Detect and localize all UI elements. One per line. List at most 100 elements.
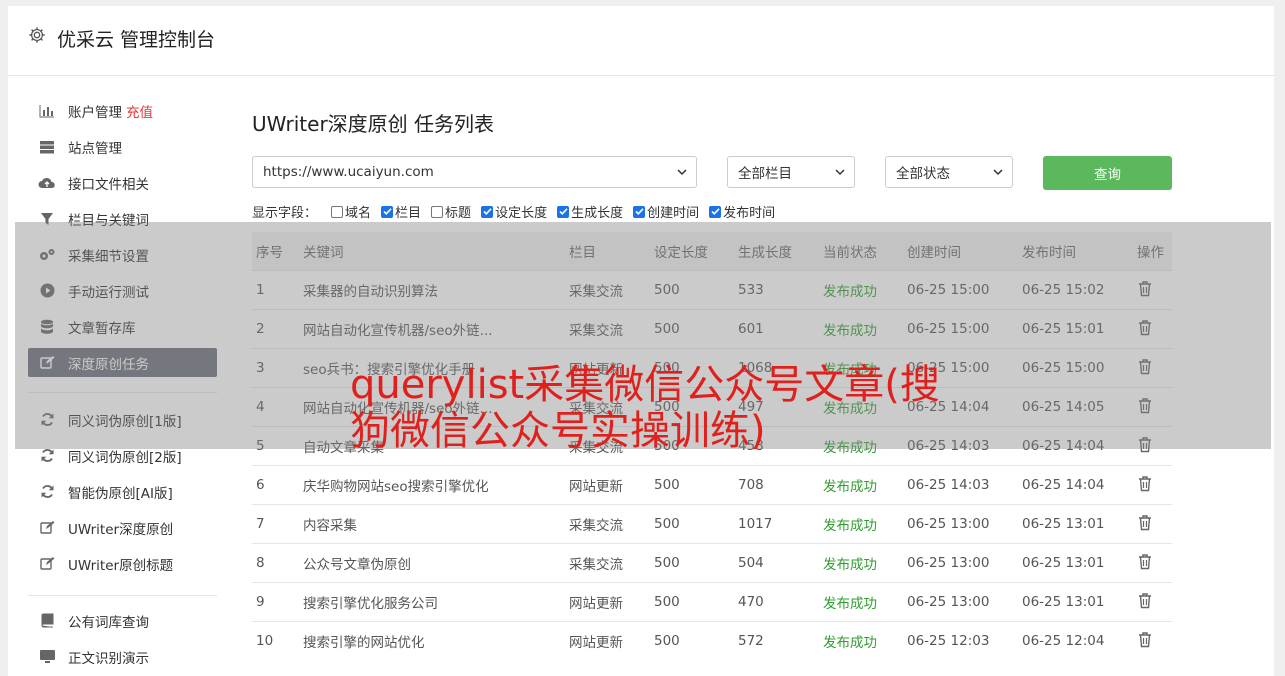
trash-icon[interactable] <box>1137 475 1153 492</box>
sidebar-item-sites[interactable]: 站点管理 <box>28 132 217 161</box>
checkbox-box[interactable] <box>331 205 344 218</box>
field-checkbox-gen-length[interactable]: 生成长度 <box>557 202 623 221</box>
query-button[interactable]: 查询 <box>1043 156 1172 190</box>
row-created: 06-25 13:00 <box>907 543 1022 583</box>
sidebar-item-label: 公有词库查询 <box>68 614 149 631</box>
row-index: 7 <box>252 504 303 544</box>
edit-icon <box>38 519 56 537</box>
checkbox-label: 发布时间 <box>723 206 776 221</box>
sidebar-item-label: UWriter原创标题 <box>68 557 174 574</box>
checkbox-label: 设定长度 <box>495 206 548 221</box>
sidebar-item-label: 智能伪原创[AI版] <box>68 485 173 502</box>
row-status: 发布成功 <box>823 543 907 583</box>
row-column: 网站更新 <box>569 465 654 505</box>
trash-icon[interactable] <box>1137 631 1153 648</box>
refresh-icon <box>38 447 56 465</box>
table-row: 6 庆华购物网站seo搜索引擎优化 网站更新 500 708 发布成功 06-25 14:0… <box>252 465 1172 505</box>
field-checkbox-title[interactable]: 标题 <box>431 202 471 221</box>
monitor-icon <box>38 648 56 666</box>
field-checkbox-column[interactable]: 栏目 <box>381 202 421 221</box>
row-status: 发布成功 <box>823 582 907 622</box>
row-gen-length: 572 <box>738 621 823 660</box>
row-actions <box>1137 504 1172 544</box>
trash-icon[interactable] <box>1137 592 1153 609</box>
row-set-length: 500 <box>654 582 738 622</box>
field-checkbox-created[interactable]: 创建时间 <box>633 202 699 221</box>
site-select[interactable]: https://www.ucaiyun.com <box>252 156 697 188</box>
field-checkbox-set-length[interactable]: 设定长度 <box>481 202 547 221</box>
sidebar-item-account[interactable]: 账户管理 充值 <box>28 96 217 125</box>
chevron-down-icon <box>993 169 1003 176</box>
row-set-length: 500 <box>654 504 738 544</box>
sidebar-item-ai-rewrite[interactable]: 智能伪原创[AI版] <box>28 477 217 506</box>
checkbox-box[interactable] <box>481 205 494 218</box>
row-gen-length: 504 <box>738 543 823 583</box>
checkbox-label: 创建时间 <box>647 206 700 221</box>
row-column: 网站更新 <box>569 582 654 622</box>
server-icon <box>38 138 56 156</box>
status-select[interactable]: 全部状态 <box>885 156 1013 188</box>
row-column: 网站更新 <box>569 621 654 660</box>
display-fields: 显示字段： 域名 栏目 标题 设定长度 生成长度 创建时间 发布时间 <box>252 202 785 221</box>
book-icon <box>38 612 56 630</box>
row-column: 采集交流 <box>569 504 654 544</box>
sidebar-item-label: 站点管理 <box>68 140 122 157</box>
row-gen-length: 708 <box>738 465 823 505</box>
checkbox-box[interactable] <box>709 205 722 218</box>
sidebar-item-uwriter-deep[interactable]: UWriter深度原创 <box>28 513 217 542</box>
column-select-value: 全部栏目 <box>738 166 792 182</box>
bar-chart-icon <box>38 102 56 120</box>
top-header: 优采云 管理控制台 <box>8 6 1274 76</box>
sidebar-item-label: 接口文件相关 <box>68 176 149 193</box>
checkbox-box[interactable] <box>557 205 570 218</box>
recharge-link[interactable]: 充值 <box>126 101 153 121</box>
row-column: 采集交流 <box>569 543 654 583</box>
row-set-length: 500 <box>654 621 738 660</box>
sidebar-item-public-lexicon[interactable]: 公有词库查询 <box>28 606 217 635</box>
table-row: 8 公众号文章伪原创 采集交流 500 504 发布成功 06-25 13:00 06-25 … <box>252 543 1172 583</box>
checkbox-label: 标题 <box>445 206 472 221</box>
status-select-value: 全部状态 <box>896 166 950 182</box>
sidebar-item-label: 正文识别演示 <box>68 650 149 667</box>
checkbox-box[interactable] <box>633 205 646 218</box>
row-set-length: 500 <box>654 465 738 505</box>
row-keyword: 搜索引擎优化服务公司 <box>303 582 569 622</box>
field-checkbox-domain[interactable]: 域名 <box>331 202 371 221</box>
row-published: 06-25 13:01 <box>1022 582 1137 622</box>
row-published: 06-25 13:01 <box>1022 543 1137 583</box>
row-published: 06-25 14:04 <box>1022 465 1137 505</box>
edit-icon <box>38 555 56 573</box>
checkbox-label: 栏目 <box>395 206 422 221</box>
row-created: 06-25 14:03 <box>907 465 1022 505</box>
sidebar-item-text-recognition[interactable]: 正文识别演示 <box>28 642 217 671</box>
sidebar-item-uwriter-title[interactable]: UWriter原创标题 <box>28 549 217 578</box>
cloud-upload-icon <box>38 174 56 192</box>
page-title: UWriter深度原创 任务列表 <box>252 112 495 136</box>
chevron-down-icon <box>835 169 845 176</box>
field-checkbox-published[interactable]: 发布时间 <box>709 202 775 221</box>
row-actions <box>1137 465 1172 505</box>
row-published: 06-25 12:04 <box>1022 621 1137 660</box>
chevron-down-icon <box>677 169 687 176</box>
row-index: 9 <box>252 582 303 622</box>
row-status: 发布成功 <box>823 621 907 660</box>
row-index: 10 <box>252 621 303 660</box>
row-created: 06-25 13:00 <box>907 582 1022 622</box>
column-select[interactable]: 全部栏目 <box>727 156 855 188</box>
row-published: 06-25 13:01 <box>1022 504 1137 544</box>
checkbox-box[interactable] <box>431 205 444 218</box>
row-keyword: 庆华购物网站seo搜索引擎优化 <box>303 465 569 505</box>
row-gen-length: 470 <box>738 582 823 622</box>
sidebar-item-interface[interactable]: 接口文件相关 <box>28 168 217 197</box>
table-row: 7 内容采集 采集交流 500 1017 发布成功 06-25 13:00 06-25 13:… <box>252 504 1172 544</box>
trash-icon[interactable] <box>1137 553 1153 570</box>
checkbox-box[interactable] <box>381 205 394 218</box>
site-select-value: https://www.ucaiyun.com <box>263 164 434 180</box>
display-fields-label: 显示字段： <box>252 206 318 221</box>
checkbox-label: 域名 <box>345 206 372 221</box>
app-title: 优采云 管理控制台 <box>57 29 216 51</box>
row-keyword: 公众号文章伪原创 <box>303 543 569 583</box>
trash-icon[interactable] <box>1137 514 1153 531</box>
row-keyword: 搜索引擎的网站优化 <box>303 621 569 660</box>
sidebar-divider <box>28 595 217 596</box>
